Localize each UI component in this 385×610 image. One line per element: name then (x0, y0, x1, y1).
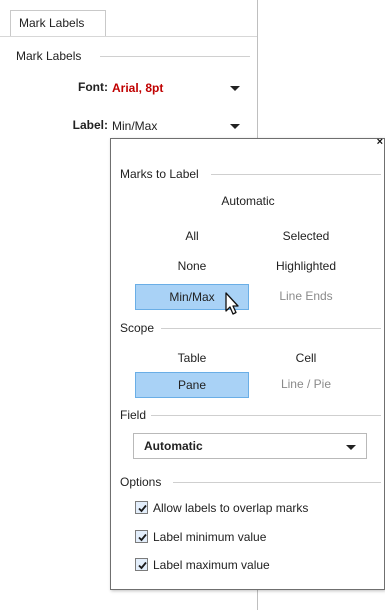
checkmark-icon (138, 561, 147, 570)
font-label: Font: (78, 80, 108, 94)
checkbox-label: Label maximum value (153, 558, 270, 572)
option-highlighted[interactable]: Highlighted (249, 254, 363, 280)
option-line-pie[interactable]: Line / Pie (249, 372, 363, 398)
section-title-options: Options (120, 475, 166, 489)
option-automatic[interactable]: Automatic (189, 189, 307, 215)
checkbox-overlap[interactable] (135, 501, 148, 514)
section-divider (211, 174, 381, 175)
tab-mark-labels[interactable]: Mark Labels (10, 10, 106, 36)
checkbox-label-min[interactable] (135, 530, 148, 543)
field-value: Automatic (144, 439, 203, 453)
label-dropdown[interactable]: Min/Max (112, 115, 240, 137)
chevron-down-icon (230, 124, 240, 129)
section-title-marks: Marks to Label (120, 167, 203, 181)
checkmark-icon (138, 533, 147, 542)
close-icon[interactable]: × (377, 136, 383, 148)
group-divider (100, 56, 250, 57)
font-value: Arial, 8pt (112, 81, 164, 95)
section-title-field: Field (120, 408, 151, 422)
option-table[interactable]: Table (135, 346, 249, 372)
section-divider (151, 415, 381, 416)
section-divider (161, 328, 381, 329)
checkmark-icon (138, 504, 147, 513)
option-all[interactable]: All (135, 224, 249, 250)
section-title-scope: Scope (120, 321, 159, 335)
chevron-down-icon (346, 445, 356, 450)
chevron-down-icon (230, 86, 240, 91)
label-value: Min/Max (112, 119, 158, 133)
option-cell[interactable]: Cell (249, 346, 363, 372)
checkbox-label: Label minimum value (153, 530, 267, 544)
checkbox-label-max[interactable] (135, 558, 148, 571)
label-label: Label: (72, 118, 108, 132)
group-title: Mark Labels (16, 49, 82, 63)
checkbox-label: Allow labels to overlap marks (153, 501, 309, 515)
option-selected[interactable]: Selected (249, 224, 363, 250)
option-pane[interactable]: Pane (135, 372, 249, 398)
font-dropdown[interactable]: Arial, 8pt (112, 77, 240, 99)
option-line-ends[interactable]: Line Ends (249, 284, 363, 310)
field-dropdown[interactable]: Automatic (133, 433, 367, 459)
label-popup: × Marks to Label Automatic All Selected … (110, 136, 385, 590)
tab-divider (0, 36, 257, 37)
pointer-cursor-icon (225, 292, 239, 315)
option-none[interactable]: None (135, 254, 249, 280)
section-divider (173, 482, 381, 483)
